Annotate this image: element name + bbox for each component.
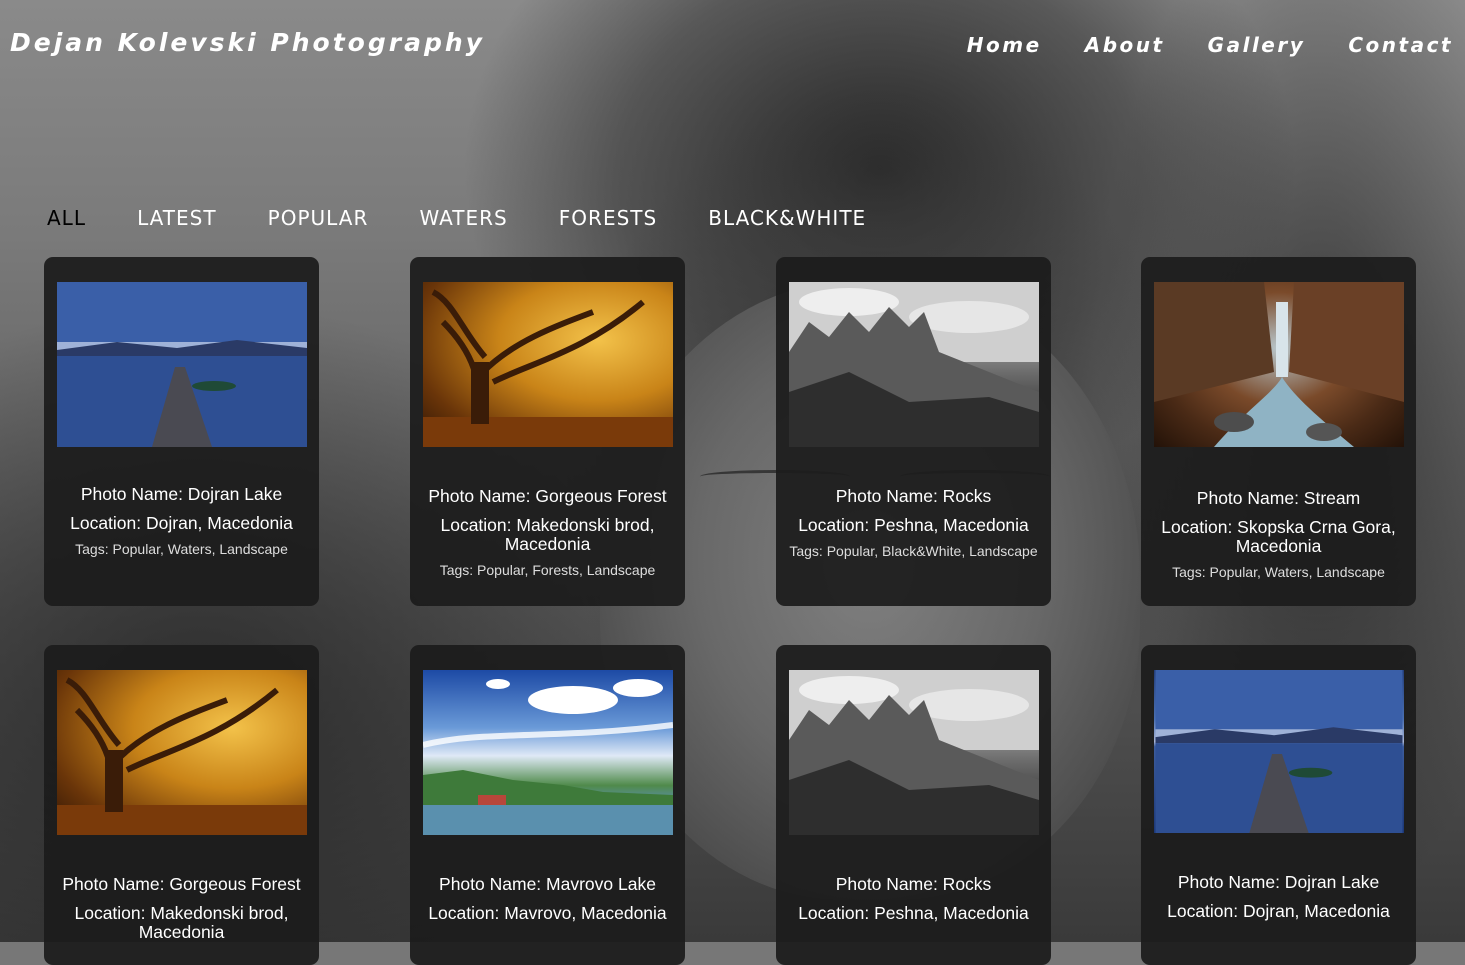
photo-thumbnail-stream[interactable] xyxy=(1154,282,1404,447)
photo-card[interactable]: Photo Name: Rocks Location: Peshna, Mace… xyxy=(776,257,1051,606)
main-nav: Home About Gallery Contact xyxy=(929,33,1453,57)
nav-about[interactable]: About xyxy=(1085,33,1165,57)
photo-tags: Tags: Popular, Forests, Landscape xyxy=(439,562,656,578)
photo-info: Photo Name: Dojran Lake Location: Dojran… xyxy=(1149,870,1408,929)
filter-all[interactable]: ALL xyxy=(47,206,86,230)
photo-card[interactable]: Photo Name: Dojran Lake Location: Dojran… xyxy=(44,257,319,606)
photo-name: Photo Name: Dojran Lake xyxy=(80,484,283,504)
photo-thumbnail-rocks[interactable] xyxy=(789,670,1039,835)
photo-name: Photo Name: Rocks xyxy=(835,486,992,506)
photo-card[interactable]: Photo Name: Gorgeous Forest Location: Ma… xyxy=(410,257,685,606)
tree-image xyxy=(57,677,307,835)
photo-thumbnail-dojran-lake[interactable] xyxy=(57,282,307,447)
pier-image xyxy=(57,282,307,447)
rocks-image xyxy=(789,282,1039,447)
site-title[interactable]: Dejan Kolevski Photography xyxy=(10,28,485,57)
photo-card[interactable]: Photo Name: Stream Location: Skopska Crn… xyxy=(1141,257,1416,606)
photo-tags: Tags: Popular, Waters, Landscape xyxy=(75,541,288,557)
gallery-filter-bar: ALL LATEST POPULAR WATERS FORESTS BLACK&… xyxy=(47,206,912,230)
photo-location: Location: Dojran, Macedonia xyxy=(70,513,293,533)
photo-location: Location: Peshna, Macedonia xyxy=(798,903,1029,923)
photo-thumbnail-dojran-lake[interactable] xyxy=(1154,670,1404,833)
photo-location: Location: Makedonski brod, Macedonia xyxy=(74,903,289,942)
photo-tags: Tags: Popular, Black&White, Landscape xyxy=(789,543,1038,559)
photo-location: Location: Skopska Crna Gora, Macedonia xyxy=(1161,517,1396,556)
photo-thumbnail-mavrovo-lake[interactable] xyxy=(423,670,673,835)
photo-info: Photo Name: Gorgeous Forest Location: Ma… xyxy=(52,870,311,950)
nav-gallery[interactable]: Gallery xyxy=(1208,33,1306,57)
photo-location: Location: Mavrovo, Macedonia xyxy=(428,903,667,923)
filter-waters[interactable]: WATERS xyxy=(419,206,507,230)
photo-card[interactable]: Photo Name: Rocks Location: Peshna, Mace… xyxy=(776,645,1051,965)
filter-latest[interactable]: LATEST xyxy=(137,206,217,230)
photo-tags: Tags: Popular, Waters, Landscape xyxy=(1172,564,1385,580)
photo-name: Photo Name: Rocks xyxy=(835,874,992,894)
photo-info: Photo Name: Mavrovo Lake Location: Mavro… xyxy=(418,870,677,931)
photo-info: Photo Name: Gorgeous Forest Location: Ma… xyxy=(418,482,677,578)
photo-name: Photo Name: Gorgeous Forest xyxy=(62,874,301,894)
nav-home[interactable]: Home xyxy=(967,33,1042,57)
photo-name: Photo Name: Gorgeous Forest xyxy=(428,486,667,506)
photo-name: Photo Name: Stream xyxy=(1196,488,1361,508)
filter-black-white[interactable]: BLACK&WHITE xyxy=(708,206,866,230)
nav-contact[interactable]: Contact xyxy=(1348,33,1453,57)
photo-thumbnail-gorgeous-forest[interactable] xyxy=(423,282,673,447)
filter-forests[interactable]: FORESTS xyxy=(559,206,657,230)
lake-sky-image xyxy=(423,679,673,835)
filter-popular[interactable]: POPULAR xyxy=(268,206,369,230)
tree-image xyxy=(423,289,673,447)
photo-thumbnail-rocks[interactable] xyxy=(789,282,1039,447)
photo-card[interactable]: Photo Name: Mavrovo Lake Location: Mavro… xyxy=(410,645,685,965)
photo-info: Photo Name: Stream Location: Skopska Crn… xyxy=(1149,482,1408,580)
photo-info: Photo Name: Dojran Lake Location: Dojran… xyxy=(52,482,311,557)
waterfall-image xyxy=(1154,282,1404,447)
photo-card[interactable]: Photo Name: Gorgeous Forest Location: Ma… xyxy=(44,645,319,965)
rocks-image xyxy=(789,670,1039,835)
photo-name: Photo Name: Mavrovo Lake xyxy=(439,874,656,894)
photo-location: Location: Dojran, Macedonia xyxy=(1167,901,1390,921)
photo-card[interactable]: Photo Name: Dojran Lake Location: Dojran… xyxy=(1141,645,1416,965)
photo-info: Photo Name: Rocks Location: Peshna, Mace… xyxy=(784,870,1043,931)
pier-image xyxy=(1155,670,1403,833)
photo-info: Photo Name: Rocks Location: Peshna, Mace… xyxy=(784,482,1043,559)
photo-thumbnail-gorgeous-forest[interactable] xyxy=(57,670,307,835)
photo-location: Location: Peshna, Macedonia xyxy=(798,515,1029,535)
photo-location: Location: Makedonski brod, Macedonia xyxy=(440,515,655,554)
photo-name: Photo Name: Dojran Lake xyxy=(1177,872,1380,892)
